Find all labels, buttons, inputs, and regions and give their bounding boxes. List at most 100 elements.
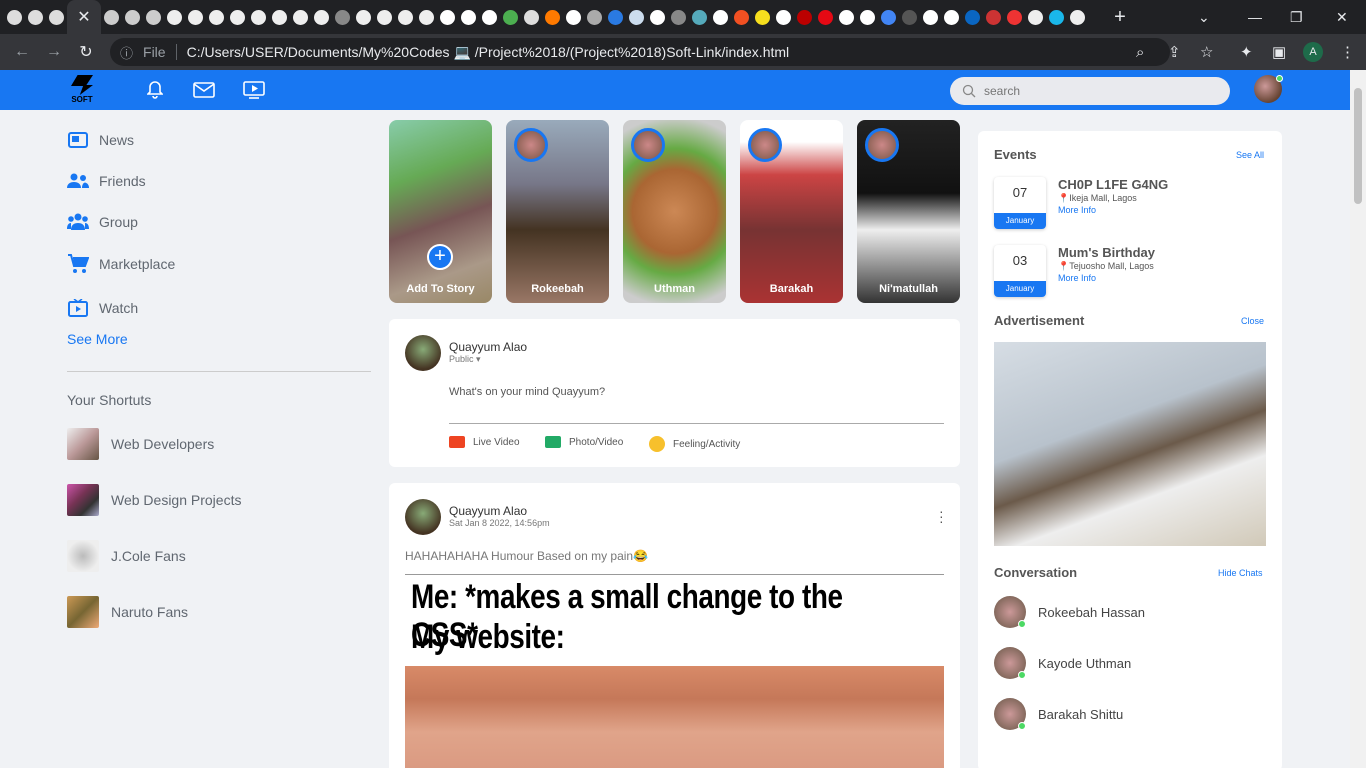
tab-favicon[interactable] — [395, 7, 416, 27]
sidebar-item-friends[interactable]: Friends — [67, 160, 371, 201]
tab-favicon[interactable] — [185, 7, 206, 27]
google-tab-icon[interactable] — [710, 7, 731, 27]
share-icon[interactable]: ⇪ — [1168, 34, 1181, 70]
google-tab-icon[interactable] — [920, 7, 941, 27]
post-options-icon[interactable]: · · · — [939, 504, 944, 528]
sidebar-item-marketplace[interactable]: Marketplace — [67, 242, 371, 286]
privacy-dropdown[interactable]: Public ▾ — [449, 354, 481, 365]
see-more-link[interactable]: See More — [67, 331, 371, 347]
event-title[interactable]: Mum's Birthday — [1058, 245, 1155, 260]
zoom-icon[interactable]: ⌕ — [1136, 34, 1144, 70]
photo-video-button[interactable]: Photo/Video — [545, 436, 623, 448]
event-more-info-link[interactable]: More Info — [1058, 273, 1096, 283]
tab-favicon[interactable] — [815, 7, 836, 27]
tab-favicon[interactable] — [269, 7, 290, 27]
conversation-item[interactable]: Kayode Uthman — [994, 647, 1131, 679]
tab-favicon[interactable] — [46, 7, 67, 27]
tab-favicon[interactable] — [794, 7, 815, 27]
shortcut-item[interactable]: Web Developers — [67, 416, 371, 472]
story-card[interactable]: Rokeebah — [506, 120, 609, 303]
tab-favicon[interactable] — [605, 7, 626, 27]
mail-icon[interactable] — [192, 78, 216, 102]
tab-favicon[interactable] — [647, 7, 668, 27]
tab-favicon[interactable] — [731, 7, 752, 27]
search-bar[interactable] — [950, 77, 1230, 105]
tab-favicon[interactable] — [4, 7, 25, 27]
tab-favicon[interactable] — [164, 7, 185, 27]
story-card[interactable]: Ni'matullah — [857, 120, 960, 303]
tab-favicon[interactable] — [878, 7, 899, 27]
tab-favicon[interactable] — [206, 7, 227, 27]
tab-favicon[interactable] — [689, 7, 710, 27]
google-tab-icon[interactable] — [773, 7, 794, 27]
tab-favicon[interactable] — [416, 7, 437, 27]
shortcut-item[interactable]: Naruto Fans — [67, 584, 371, 640]
forward-icon[interactable]: → — [38, 43, 70, 61]
linkedin-tab-icon[interactable] — [962, 7, 983, 27]
tab-favicon[interactable] — [25, 7, 46, 27]
add-story-plus-icon[interactable]: + — [427, 244, 453, 270]
tab-favicon[interactable] — [122, 7, 143, 27]
tab-favicon[interactable] — [857, 7, 878, 27]
active-tab-close-icon[interactable]: ✕ — [67, 0, 101, 34]
tab-favicon[interactable] — [1046, 7, 1067, 27]
omnibox[interactable]: ⓘ File C:/Users/USER/Documents/My%20Code… — [110, 38, 1170, 66]
page-scrollbar[interactable] — [1350, 70, 1366, 768]
scrollbar-thumb[interactable] — [1354, 88, 1362, 204]
feeling-activity-button[interactable]: Feeling/Activity — [649, 436, 740, 452]
event-title[interactable]: CH0P L1FE G4NG — [1058, 177, 1168, 192]
sidebar-item-group[interactable]: Group — [67, 201, 371, 242]
site-logo[interactable]: SOFT — [67, 75, 97, 105]
story-card[interactable]: Uthman — [623, 120, 726, 303]
extensions-icon[interactable]: ✦ — [1240, 34, 1253, 70]
story-card-add[interactable]: + Add To Story — [389, 120, 492, 303]
composer-user-name[interactable]: Quayyum Alao — [449, 340, 527, 354]
tab-favicon[interactable] — [248, 7, 269, 27]
tab-favicon[interactable] — [353, 7, 374, 27]
tab-favicon[interactable] — [668, 7, 689, 27]
hide-chats-link[interactable]: Hide Chats — [1218, 568, 1263, 578]
live-video-button[interactable]: Live Video — [449, 436, 520, 448]
profile-avatar[interactable]: A — [1303, 42, 1323, 62]
tab-search-icon[interactable]: ⌄ — [1198, 0, 1210, 34]
user-avatar[interactable] — [1254, 75, 1283, 103]
search-input[interactable] — [984, 84, 1204, 98]
video-icon[interactable] — [242, 78, 266, 102]
tab-favicon[interactable] — [521, 7, 542, 27]
tab-favicon[interactable] — [752, 7, 773, 27]
restore-button[interactable]: ❐ — [1290, 0, 1303, 34]
tab-favicon[interactable] — [983, 7, 1004, 27]
url-text[interactable]: C:/Users/USER/Documents/My%20Codes 💻 /Pr… — [187, 44, 790, 61]
github-tab-icon[interactable] — [836, 7, 857, 27]
tab-favicon[interactable] — [101, 7, 122, 27]
post-image[interactable]: Me: *makes a small change to the CSS* My… — [405, 574, 944, 768]
tab-favicon[interactable] — [311, 7, 332, 27]
tab-favicon[interactable] — [290, 7, 311, 27]
tab-favicon[interactable] — [584, 7, 605, 27]
advertisement-image[interactable] — [994, 342, 1266, 546]
tab-favicon[interactable] — [899, 7, 920, 27]
story-card[interactable]: Barakah — [740, 120, 843, 303]
conversation-item[interactable]: Rokeebah Hassan — [994, 596, 1145, 628]
tab-favicon[interactable] — [143, 7, 164, 27]
bell-icon[interactable] — [143, 78, 167, 102]
bookmark-star-icon[interactable]: ☆ — [1200, 34, 1213, 70]
tab-favicon[interactable] — [227, 7, 248, 27]
tab-favicon[interactable] — [626, 7, 647, 27]
tab-favicon[interactable] — [1067, 7, 1088, 27]
event-more-info-link[interactable]: More Info — [1058, 205, 1096, 215]
side-panel-icon[interactable]: ▣ — [1272, 34, 1286, 70]
github-tab-icon[interactable] — [458, 7, 479, 27]
post-author-name[interactable]: Quayyum Alao — [449, 504, 527, 518]
composer-prompt[interactable]: What's on your mind Quayyum? — [449, 386, 605, 398]
sidebar-item-news[interactable]: News — [67, 119, 371, 160]
tab-favicon[interactable] — [500, 7, 521, 27]
tab-favicon[interactable] — [479, 7, 500, 27]
reload-icon[interactable]: ↻ — [70, 42, 102, 62]
minimize-button[interactable]: — — [1248, 0, 1262, 34]
back-icon[interactable]: ← — [6, 43, 38, 61]
info-icon[interactable]: ⓘ — [120, 43, 133, 62]
google-tab-icon[interactable] — [941, 7, 962, 27]
new-tab-button[interactable]: + — [1108, 6, 1132, 29]
sidebar-item-watch[interactable]: Watch — [67, 286, 371, 329]
